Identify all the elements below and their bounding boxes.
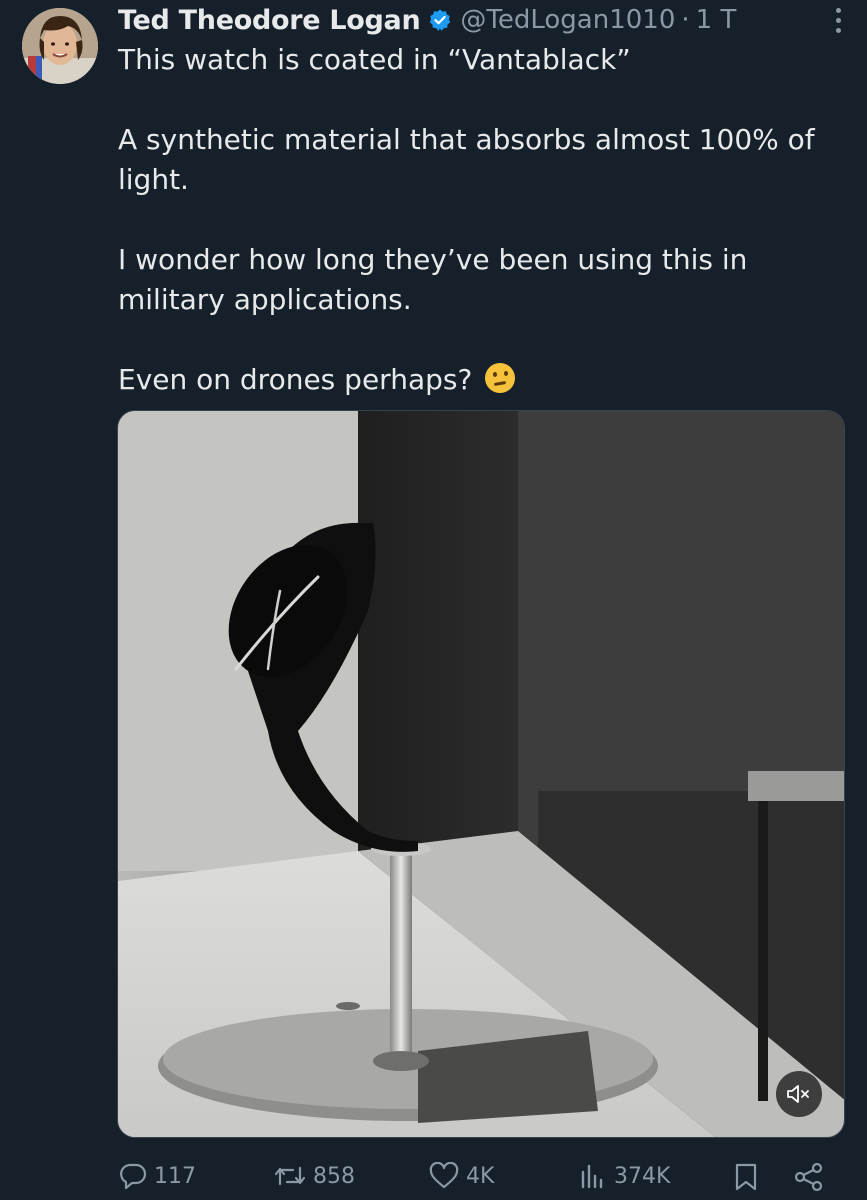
repost-icon (274, 1166, 306, 1186)
video-frame (118, 411, 844, 1137)
views-button[interactable]: 374K (578, 1162, 670, 1190)
share-button[interactable] (793, 1162, 831, 1192)
speaker-muted-icon (787, 1085, 809, 1103)
tweet-text-line: I wonder how long they’ve been using thi… (118, 243, 748, 316)
more-options-icon[interactable] (836, 8, 841, 33)
tweet-header: Ted Theodore Logan @TedLogan1010 · 1 T (118, 0, 847, 40)
separator-dot: · (681, 5, 690, 35)
author-name[interactable]: Ted Theodore Logan (118, 5, 421, 36)
views-chart-icon (581, 1164, 603, 1189)
tweet-video[interactable] (117, 410, 845, 1138)
tweet-text-line: This watch is coated in “Vantablack” (118, 43, 631, 76)
views-count: 374K (614, 1163, 671, 1189)
bookmark-button[interactable] (733, 1162, 765, 1192)
tweet-text-line4: Even on drones perhaps? (118, 363, 473, 396)
reply-icon (120, 1163, 147, 1190)
reply-count: 117 (154, 1163, 196, 1189)
like-count: 4K (466, 1163, 495, 1189)
mute-button[interactable] (776, 1071, 822, 1117)
bookmark-icon (735, 1163, 757, 1191)
avatar[interactable] (22, 8, 98, 84)
heart-icon (429, 1162, 459, 1189)
author-handle[interactable]: @TedLogan1010 (460, 5, 675, 35)
tweet-text-line: A synthetic material that absorbs almost… (118, 123, 815, 196)
tweet-text: This watch is coated in “Vantablack” A s… (118, 40, 838, 400)
share-icon (794, 1162, 823, 1192)
tweet-text-line: Even on drones perhaps? (118, 360, 838, 400)
like-button[interactable]: 4K (428, 1162, 494, 1190)
avatar-image (22, 8, 98, 84)
timestamp[interactable]: 1 T (696, 5, 737, 35)
repost-button[interactable]: 858 (273, 1162, 355, 1190)
action-bar: 117 858 4K 374K (118, 1152, 847, 1200)
verified-badge-icon[interactable] (428, 8, 452, 32)
repost-count: 858 (313, 1163, 355, 1189)
thinking-face-icon (485, 363, 516, 393)
reply-button[interactable]: 117 (118, 1162, 196, 1190)
